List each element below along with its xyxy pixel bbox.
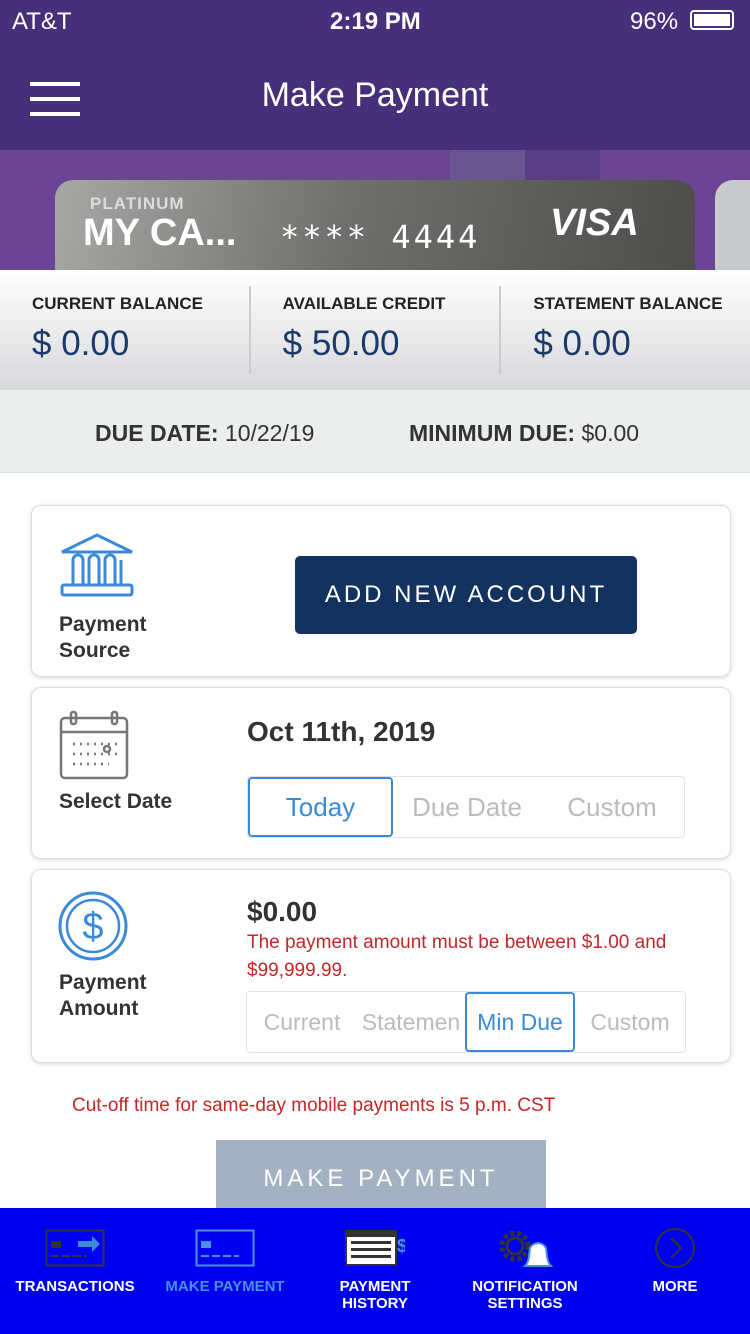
header: Make Payment <box>0 40 750 150</box>
credit-card[interactable]: PLATINUM MY CA... **** 4444 VISA <box>55 180 695 270</box>
nav-label: PAYMENT HISTORY <box>339 1278 411 1312</box>
svg-text:$: $ <box>82 906 103 948</box>
label: STATEMENT BALANCE <box>533 294 723 313</box>
payment-source-card: Payment Source ADD NEW ACCOUNT <box>31 505 731 677</box>
make-payment-icon <box>195 1229 255 1267</box>
nav-label: NOTIFICATION SETTINGS <box>472 1278 578 1312</box>
amount-option-statement[interactable]: Statemen <box>357 992 465 1052</box>
calendar-icon <box>59 710 129 780</box>
balances: CURRENT BALANCE $ 0.00 AVAILABLE CREDIT $ … <box>0 270 750 390</box>
due-date-label: DUE DATE: <box>95 420 219 446</box>
payment-amount-label: Payment Amount <box>59 971 147 1020</box>
time: 2:19 PM <box>330 8 421 35</box>
nav-notification-settings[interactable]: NOTIFICATION SETTINGS <box>450 1208 600 1334</box>
nav-make-payment[interactable]: MAKE PAYMENT <box>150 1208 300 1334</box>
notification-settings-icon <box>499 1230 554 1267</box>
value: $ 0.00 <box>32 324 130 363</box>
select-date-label: Select Date <box>59 790 173 813</box>
label: AVAILABLE CREDIT <box>282 294 446 313</box>
due-date: 10/22/19 <box>224 420 315 446</box>
amount-option-current[interactable]: Current <box>247 992 357 1052</box>
statement-balance: STATEMENT BALANCE $ 0.00 <box>501 286 750 374</box>
transactions-icon <box>45 1229 105 1267</box>
selected-date: Oct 11th, 2019 <box>247 716 436 747</box>
cutoff-notice: Cut-off time for same-day mobile payment… <box>72 1095 556 1116</box>
date-option-today[interactable]: Today <box>248 777 393 837</box>
available-credit: AVAILABLE CREDIT $ 50.00 <box>251 286 502 374</box>
nav-payment-history[interactable]: $ PAYMENT HISTORY <box>300 1208 450 1334</box>
dollar-icon: $ <box>58 891 128 961</box>
card-carousel[interactable]: PLATINUM MY CA... **** 4444 VISA <box>0 150 750 270</box>
date-option-custom[interactable]: Custom <box>541 777 683 837</box>
nav-more[interactable]: MORE <box>600 1208 750 1334</box>
amount-option-min-due[interactable]: Min Due <box>465 992 575 1052</box>
card-name: MY CA... <box>83 212 237 254</box>
value: $ 0.00 <box>533 324 631 363</box>
bank-icon <box>60 533 134 597</box>
payment-amount-card: $ Payment Amount $0.00 The payment amoun… <box>31 869 731 1063</box>
select-date-card: Select Date Oct 11th, 2019 Today Due Dat… <box>31 687 731 859</box>
carrier: AT&T <box>12 8 72 35</box>
payment-history-icon: $ <box>345 1230 405 1266</box>
nav-label: MAKE PAYMENT <box>165 1278 285 1295</box>
min-due-label: MINIMUM DUE: <box>409 420 576 446</box>
status-bar: AT&T 2:19 PM 96% <box>0 0 750 40</box>
svg-text:$: $ <box>397 1236 405 1256</box>
bottom-nav: TRANSACTIONS MAKE PAYMENT $ PAYMENT HISTO… <box>0 1208 750 1334</box>
value: $ 50.00 <box>282 324 400 363</box>
nav-label: TRANSACTIONS <box>15 1278 135 1295</box>
next-card[interactable] <box>715 180 750 270</box>
card-number: **** 4444 <box>280 218 481 256</box>
page-title: Make Payment <box>261 76 489 114</box>
amount-option-custom[interactable]: Custom <box>575 992 685 1052</box>
amount-segmented-control: Current Statemen Min Due Custom <box>246 991 686 1053</box>
label: CURRENT BALANCE <box>32 294 203 313</box>
amount-value[interactable]: $0.00 <box>247 896 317 928</box>
battery-level: 96% <box>630 8 679 35</box>
current-balance: CURRENT BALANCE $ 0.00 <box>0 286 251 374</box>
min-due: $0.00 <box>581 420 640 446</box>
nav-transactions[interactable]: TRANSACTIONS <box>0 1208 150 1334</box>
date-option-due-date[interactable]: Due Date <box>393 777 541 837</box>
battery-icon <box>690 10 734 30</box>
due-info: DUE DATE: 10/22/19 MINIMUM DUE: $0.00 <box>0 390 750 473</box>
nav-label: MORE <box>652 1278 698 1295</box>
visa-logo: VISA <box>550 202 639 244</box>
chevron-right-circle-icon <box>655 1228 695 1268</box>
card-tier: PLATINUM <box>90 194 185 213</box>
add-new-account-button[interactable]: ADD NEW ACCOUNT <box>295 556 637 634</box>
date-segmented-control: Today Due Date Custom <box>247 776 685 838</box>
amount-error: The payment amount must be between $1.00… <box>247 932 667 981</box>
payment-source-label: Payment Source <box>59 613 147 662</box>
